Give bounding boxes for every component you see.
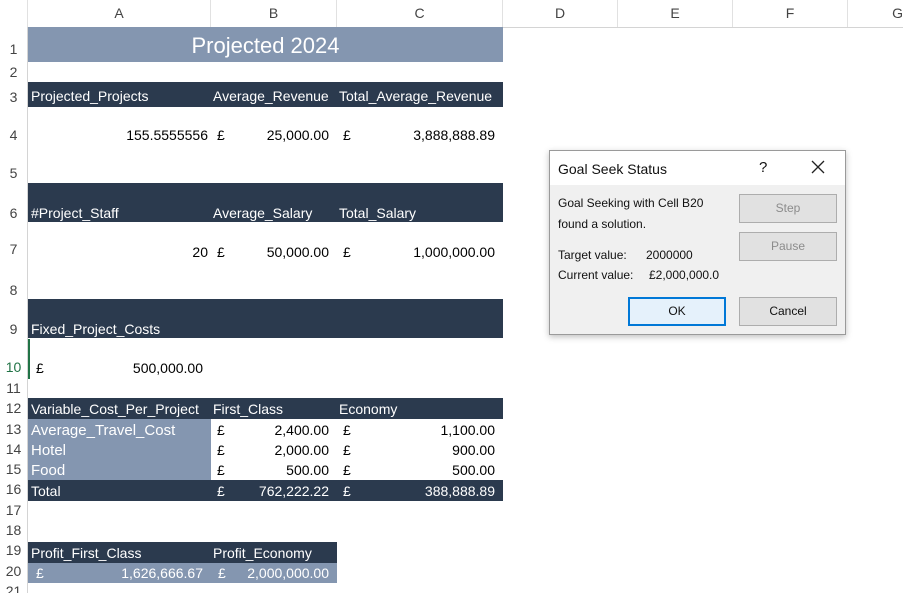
column-header-f[interactable]: F	[733, 0, 848, 27]
label-total[interactable]: Total	[31, 483, 61, 499]
row-header-3[interactable]: 3	[0, 82, 28, 107]
profit-economy-value[interactable]: 2,000,000.00	[211, 565, 329, 581]
sheet-title-cell[interactable]: Projected 2024	[28, 27, 503, 62]
row-header-14[interactable]: 14	[0, 439, 28, 459]
select-all-corner[interactable]	[0, 0, 28, 27]
column-header-d[interactable]: D	[503, 0, 618, 27]
dialog-message-line2: found a solution.	[558, 217, 647, 231]
dialog-message-line1: Goal Seeking with Cell B20	[558, 196, 704, 210]
row-header-1[interactable]: 1	[0, 27, 28, 62]
header-economy[interactable]: Economy	[339, 401, 397, 417]
hotel-first-class-value[interactable]: 2,000.00	[211, 442, 330, 458]
row-header-12[interactable]: 12	[0, 398, 28, 419]
column-header-g[interactable]: G	[848, 0, 903, 27]
dialog-title-bar[interactable]: Goal Seek Status ?	[550, 151, 845, 185]
row-header-5[interactable]: 5	[0, 164, 28, 183]
total-salary-value[interactable]: 1,000,000.00	[337, 244, 495, 260]
row-header-16[interactable]: 16	[0, 479, 28, 500]
label-food[interactable]: Food	[31, 462, 65, 479]
row-header-20[interactable]: 20	[0, 561, 28, 581]
fixed-project-costs-value[interactable]: 500,000.00	[28, 360, 203, 376]
header-total-average-revenue[interactable]: Total_Average_Revenue	[339, 88, 492, 104]
row-header-9[interactable]: 9	[0, 299, 28, 338]
label-hotel[interactable]: Hotel	[31, 442, 66, 459]
projected-projects-value[interactable]: 155.5555556	[28, 127, 208, 143]
current-value-label: Current value:	[558, 268, 634, 282]
row-header-19[interactable]: 19	[0, 540, 28, 561]
row-header-bar: 1 2 3 4 5 6 7 8 9 10 11 12 13 14 15 16 1…	[0, 27, 28, 593]
project-staff-value[interactable]: 20	[28, 244, 208, 260]
total-economy-value[interactable]: 388,888.89	[337, 483, 495, 499]
travel-economy-value[interactable]: 1,100.00	[337, 422, 496, 438]
row-header-11[interactable]: 11	[0, 379, 28, 398]
header-average-salary[interactable]: Average_Salary	[213, 205, 312, 221]
target-value: 2000000	[646, 248, 693, 262]
row-header-8[interactable]: 8	[0, 277, 28, 299]
header-first-class[interactable]: First_Class	[213, 401, 283, 417]
help-button[interactable]: ?	[759, 159, 767, 176]
hotel-economy-value[interactable]: 900.00	[337, 442, 495, 458]
column-header-bar: A B C D E F G	[0, 0, 903, 28]
header-projected-projects[interactable]: Projected_Projects	[31, 88, 149, 104]
pause-button[interactable]: Pause	[739, 232, 837, 261]
row-header-17[interactable]: 17	[0, 500, 28, 520]
column-header-c[interactable]: C	[337, 0, 503, 27]
travel-first-class-value[interactable]: 2,400.00	[211, 422, 330, 438]
header-variable-cost[interactable]: Variable_Cost_Per_Project	[31, 401, 199, 417]
cancel-button[interactable]: Cancel	[739, 297, 837, 326]
profit-first-class-value[interactable]: 1,626,666.67	[28, 565, 203, 581]
header-fixed-project-costs[interactable]: Fixed_Project_Costs	[31, 321, 160, 337]
row-header-15[interactable]: 15	[0, 459, 28, 479]
header-project-staff[interactable]: #Project_Staff	[31, 205, 119, 221]
header-average-revenue[interactable]: Average_Revenue	[213, 88, 329, 104]
header-profit-first-class[interactable]: Profit_First_Class	[31, 545, 141, 561]
ok-button[interactable]: OK	[628, 297, 726, 326]
header-profit-economy[interactable]: Profit_Economy	[213, 545, 312, 561]
row-header-6[interactable]: 6	[0, 183, 28, 222]
row-header-18[interactable]: 18	[0, 520, 28, 540]
step-button[interactable]: Step	[739, 194, 837, 223]
header-total-salary[interactable]: Total_Salary	[339, 205, 416, 221]
row-header-2[interactable]: 2	[0, 62, 28, 82]
column-header-b[interactable]: B	[211, 0, 337, 27]
average-salary-value[interactable]: 50,000.00	[211, 244, 329, 260]
food-economy-value[interactable]: 500.00	[337, 462, 495, 478]
food-first-class-value[interactable]: 500.00	[211, 462, 329, 478]
dialog-title: Goal Seek Status	[558, 161, 667, 177]
column-header-a[interactable]: A	[28, 0, 211, 27]
row-header-21[interactable]: 21	[0, 581, 28, 593]
label-average-travel-cost[interactable]: Average_Travel_Cost	[31, 422, 175, 439]
goal-seek-status-dialog: Goal Seek Status ? Goal Seeking with Cel…	[549, 150, 846, 335]
target-value-label: Target value:	[558, 248, 627, 262]
row-header-13[interactable]: 13	[0, 419, 28, 439]
average-revenue-value[interactable]: 25,000.00	[211, 127, 329, 143]
row-header-4[interactable]: 4	[0, 107, 28, 164]
current-value: £2,000,000.0	[649, 268, 720, 282]
row-header-7[interactable]: 7	[0, 222, 28, 277]
total-first-class-value[interactable]: 762,222.22	[211, 483, 329, 499]
close-icon[interactable]	[810, 159, 826, 175]
column-header-e[interactable]: E	[618, 0, 733, 27]
total-average-revenue-value[interactable]: 3,888,888.89	[337, 127, 495, 143]
